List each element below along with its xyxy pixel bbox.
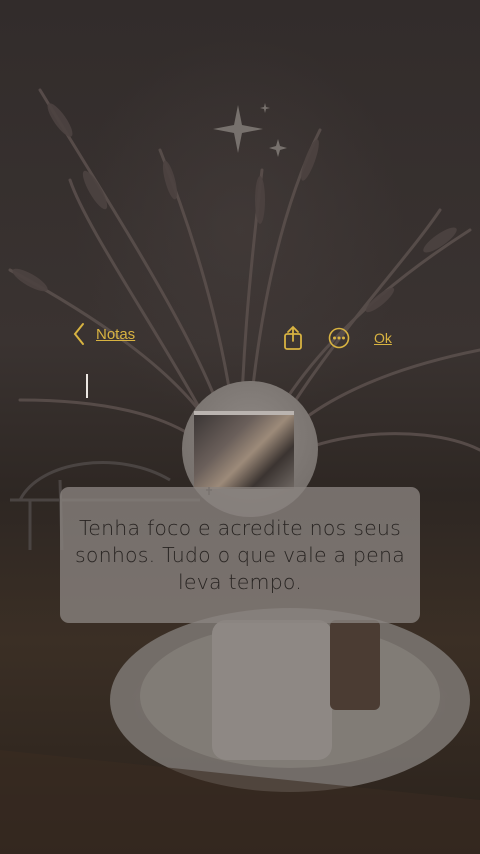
text-cursor <box>86 374 88 398</box>
sparkles-decoration <box>213 103 287 157</box>
share-button[interactable] <box>282 325 304 355</box>
cup-and-plate <box>0 608 480 854</box>
done-button[interactable]: Ok <box>374 330 392 346</box>
chevron-left-icon <box>73 323 84 345</box>
thumbnail-image <box>194 411 294 489</box>
back-button[interactable]: Notas <box>72 322 135 346</box>
share-icon <box>284 325 302 350</box>
quote-text: Tenha foco e acredite nos seus sonhos. T… <box>75 515 405 594</box>
more-icon <box>328 327 350 349</box>
quote-card: Tenha foco e acredite nos seus sonhos. T… <box>60 487 420 623</box>
back-label: Notas <box>96 325 136 343</box>
more-button[interactable] <box>327 325 351 355</box>
